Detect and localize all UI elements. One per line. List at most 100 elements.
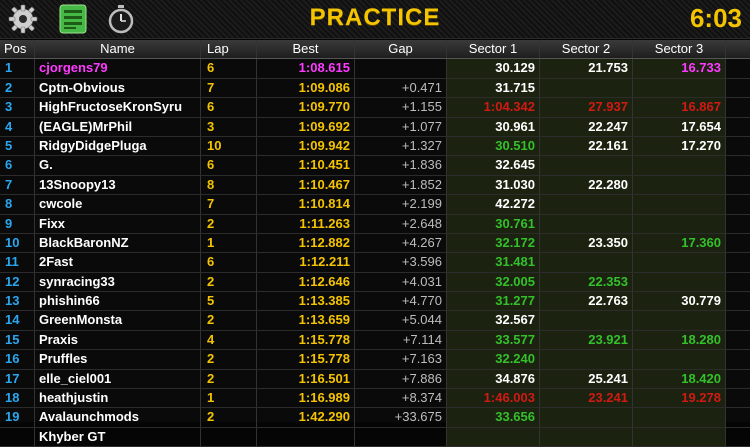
row-pos: 6 (5, 157, 13, 173)
row-driver-name: 2Fast (34, 253, 200, 272)
row-pos: 4 (5, 118, 13, 134)
row-sector-1: 31.030 (446, 175, 539, 195)
table-row[interactable]: 19 Avalaunchmods 2 1:42.290 +33.675 33.656 (0, 408, 750, 428)
row-lap: 2 (200, 272, 256, 292)
row-spacer (725, 214, 750, 233)
row-sector-2: 22.280 (539, 175, 632, 195)
row-gap: +7.163 (354, 350, 446, 369)
row-sector-3: 19.278 (632, 389, 725, 408)
row-lap: 6 (200, 59, 256, 78)
row-driver-name: (EAGLE)MrPhil (34, 117, 200, 136)
row-lap: 1 (200, 389, 256, 408)
row-gap: +4.267 (354, 233, 446, 253)
table-row[interactable]: 10 BlackBaronNZ 1 1:12.882 +4.267 32.172 23.35… (0, 233, 750, 254)
row-driver-name: heathjustin (34, 389, 200, 408)
row-sector-1: 30.761 (446, 214, 539, 233)
row-sector-1: 33.577 (446, 330, 539, 350)
row-sector-3: 30.779 (632, 292, 725, 311)
row-driver-name: RidgyDidgePluga (34, 136, 200, 156)
row-gap (354, 59, 446, 78)
table-row[interactable]: 15 Praxis 4 1:15.778 +7.114 33.577 23.921 18.28… (0, 330, 750, 351)
row-lap: 1 (200, 233, 256, 253)
row-best-time: 1:08.615 (256, 59, 354, 78)
row-sector-3 (632, 408, 725, 427)
column-header-pos[interactable]: Pos (0, 40, 34, 58)
column-header-best[interactable]: Best (256, 40, 354, 59)
row-gap: +7.886 (354, 369, 446, 389)
table-row[interactable]: 4 (EAGLE)MrPhil 3 1:09.692 +1.077 30.961 22.24… (0, 117, 750, 137)
row-sector-3: 18.420 (632, 369, 725, 389)
table-row[interactable]: 2 Cptn-Obvious 7 1:09.086 +0.471 31.715 (0, 78, 750, 99)
table-row[interactable]: 3 HighFructoseKronSyru 6 1:09.770 +1.155 1:04… (0, 98, 750, 118)
row-sector-1: 1:46.003 (446, 389, 539, 408)
column-header-gap[interactable]: Gap (354, 40, 446, 59)
row-pos: 15 (5, 331, 20, 347)
row-gap: +1.327 (354, 136, 446, 156)
row-sector-3 (632, 253, 725, 272)
row-sector-3 (632, 175, 725, 195)
row-sector-1: 32.567 (446, 311, 539, 330)
column-header-sector-1[interactable]: Sector 1 (446, 40, 539, 59)
row-spacer (725, 233, 750, 253)
row-sector-2: 23.241 (539, 389, 632, 408)
table-row[interactable]: 17 elle_ciel001 2 1:16.501 +7.886 34.876 25.24… (0, 369, 750, 390)
row-sector-3 (632, 427, 725, 447)
row-pos: 5 (5, 137, 13, 153)
table-row[interactable]: 14 GreenMonsta 2 1:13.659 +5.044 32.567 (0, 311, 750, 331)
column-header-name[interactable]: Name (34, 40, 200, 59)
row-best-time: 1:16.989 (256, 389, 354, 408)
row-sector-3 (632, 78, 725, 98)
row-lap: 5 (200, 292, 256, 311)
row-sector-1: 33.656 (446, 408, 539, 427)
row-sector-3 (632, 214, 725, 233)
row-best-time: 1:09.086 (256, 78, 354, 98)
row-best-time: 1:12.211 (256, 253, 354, 272)
table-row[interactable]: 16 Pruffles 2 1:15.778 +7.163 32.240 (0, 350, 750, 370)
table-row[interactable]: 13 phishin66 5 1:13.385 +4.770 31.277 22.763 30… (0, 292, 750, 312)
row-sector-2: 22.247 (539, 117, 632, 136)
row-sector-1: 32.240 (446, 350, 539, 369)
row-pos (0, 428, 34, 446)
table-row[interactable]: 1 cjorgens79 6 1:08.615 30.129 21.753 16.733 (0, 59, 750, 79)
row-pos: 12 (5, 273, 20, 289)
row-sector-3: 17.360 (632, 233, 725, 253)
table-row[interactable]: 12 synracing33 2 1:12.646 +4.031 32.005 22.353 (0, 272, 750, 293)
row-sector-3 (632, 156, 725, 175)
row-driver-name: Praxis (34, 330, 200, 350)
row-lap: 6 (200, 253, 256, 272)
row-sector-1: 30.129 (446, 59, 539, 78)
row-sector-2: 27.937 (539, 98, 632, 117)
row-lap: 7 (200, 78, 256, 98)
row-sector-3: 16.867 (632, 98, 725, 117)
table-row[interactable]: 11 2Fast 6 1:12.211 +3.596 31.481 (0, 253, 750, 273)
row-gap: +5.044 (354, 311, 446, 330)
column-header-sector-3[interactable]: Sector 3 (632, 40, 725, 59)
row-sector-2: 22.763 (539, 292, 632, 311)
row-best-time: 1:10.451 (256, 156, 354, 175)
column-header-sector-2[interactable]: Sector 2 (539, 40, 632, 59)
row-gap: +1.852 (354, 175, 446, 195)
table-row[interactable]: 5 RidgyDidgePluga 10 1:09.942 +1.327 30.510 22… (0, 136, 750, 157)
row-sector-2: 21.753 (539, 59, 632, 78)
row-pos: 3 (5, 99, 13, 115)
row-lap: 2 (200, 408, 256, 427)
row-pos: 9 (5, 215, 13, 231)
table-row[interactable]: 6 G. 6 1:10.451 +1.836 32.645 (0, 156, 750, 176)
row-pos: 19 (5, 409, 20, 425)
row-driver-name: GreenMonsta (34, 311, 200, 330)
table-row[interactable]: 8 cwcole 7 1:10.814 +2.199 42.272 (0, 195, 750, 215)
row-gap: +3.596 (354, 253, 446, 272)
row-gap: +7.114 (354, 330, 446, 350)
row-lap: 2 (200, 350, 256, 369)
row-lap: 4 (200, 330, 256, 350)
column-header-lap[interactable]: Lap (200, 40, 256, 59)
table-row[interactable]: 9 Fixx 2 1:11.263 +2.648 30.761 (0, 214, 750, 234)
row-driver-name: cwcole (34, 195, 200, 214)
row-pos: 16 (5, 351, 20, 367)
row-sector-1: 34.876 (446, 369, 539, 389)
row-best-time: 1:15.778 (256, 330, 354, 350)
table-row[interactable]: Khyber GT (0, 427, 750, 447)
table-row[interactable]: 18 heathjustin 1 1:16.989 +8.374 1:46.003 23.2… (0, 389, 750, 409)
row-driver-name: HighFructoseKronSyru (34, 98, 200, 117)
table-row[interactable]: 7 13Snoopy13 8 1:10.467 +1.852 31.030 22.280 (0, 175, 750, 196)
